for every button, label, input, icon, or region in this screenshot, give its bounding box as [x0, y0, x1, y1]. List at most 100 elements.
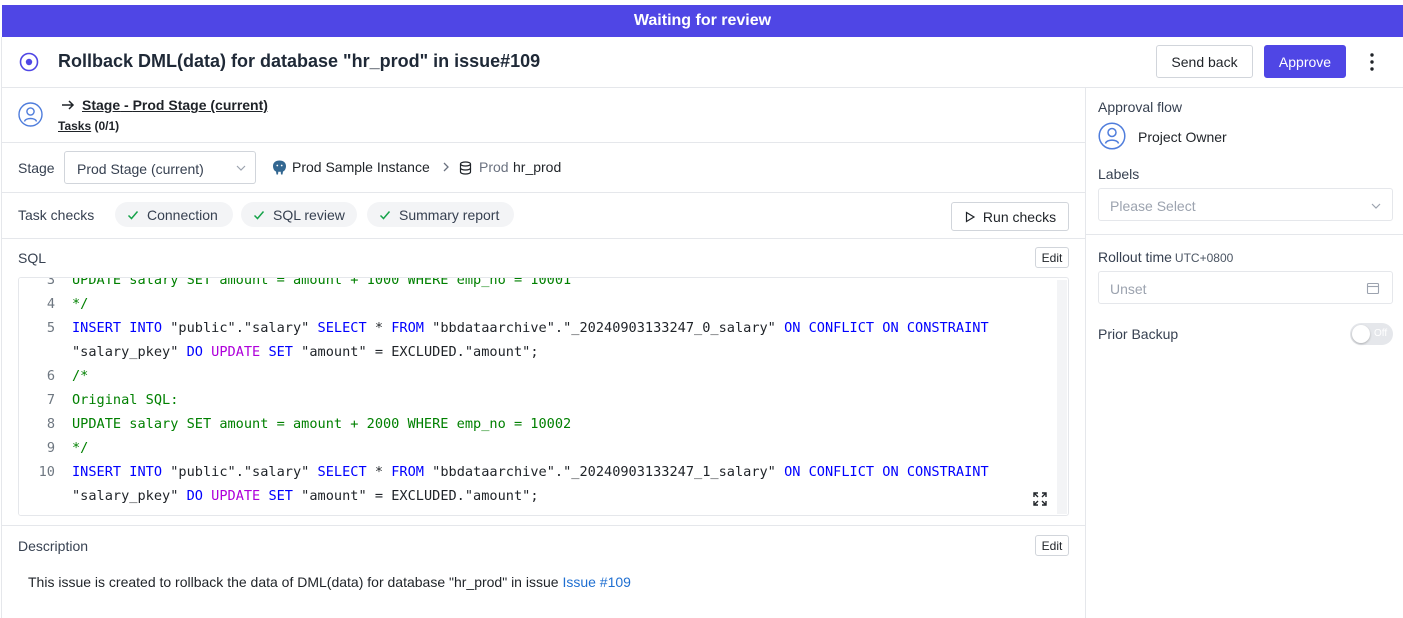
code-text: "salary_pkey" DO UPDATE SET "amount" = E…: [72, 340, 539, 364]
rollout-placeholder: Unset: [1110, 281, 1147, 297]
calendar-icon: [1366, 282, 1380, 295]
sql-section-label: SQL: [18, 250, 47, 266]
database-name[interactable]: hr_prod: [513, 159, 561, 175]
kebab-menu-icon[interactable]: [1364, 51, 1380, 73]
database-icon: [459, 161, 472, 175]
code-text: "salary_pkey" DO UPDATE SET "amount" = E…: [72, 484, 539, 508]
chevron-right-icon: [443, 162, 449, 172]
description-label: Description: [18, 538, 89, 554]
code-line: 6 /*: [19, 364, 1055, 388]
code-token: UPDATE salary SET amount = amount + 1000…: [72, 277, 572, 288]
code-token: FROM: [391, 320, 424, 336]
rollout-time-label: Rollout time UTC+0800: [1098, 249, 1233, 265]
code-token: INSERT INTO: [72, 320, 163, 336]
labels-label: Labels: [1098, 166, 1140, 182]
expand-icon[interactable]: [1032, 491, 1048, 507]
stage-link-label: Stage: [82, 97, 121, 113]
check-chip-label: SQL review: [273, 206, 345, 223]
rollout-label-text: Rollout time: [1098, 249, 1172, 265]
code-token: DO: [186, 488, 203, 504]
code-token: /*: [72, 368, 89, 384]
code-token: */: [72, 296, 89, 312]
check-chip-label: Summary report: [399, 206, 500, 223]
description-body: This issue is created to rollback the da…: [28, 574, 563, 590]
user-icon: [18, 102, 43, 127]
code-text: UPDATE salary SET amount = amount + 1000…: [72, 277, 572, 292]
issue-title: Rollback DML(data) for database "hr_prod…: [58, 51, 541, 71]
tasks-link[interactable]: Tasks (0/1): [58, 119, 119, 133]
code-token: ON CONFLICT ON CONSTRAINT: [784, 320, 989, 336]
code-line: 8 UPDATE salary SET amount = amount + 200…: [19, 412, 1055, 436]
line-number: 6: [46, 368, 55, 384]
check-chip-sql-review[interactable]: SQL review: [241, 202, 357, 227]
code-line: 10 INSERT INTO "public"."salary" SELECT *…: [19, 460, 1055, 484]
sql-editor[interactable]: 3 UPDATE salary SET amount = amount + 100…: [18, 277, 1069, 516]
send-back-button[interactable]: Send back: [1156, 45, 1253, 78]
code-token: "amount" = EXCLUDED."amount";: [293, 344, 539, 360]
code-text: /*: [72, 364, 88, 388]
code-token: *: [366, 320, 392, 336]
code-line: 7 Original SQL:: [19, 388, 1055, 412]
review-status-banner: Waiting for review: [2, 5, 1403, 37]
code-line: 9 */: [19, 436, 1055, 460]
toggle-knob: [1352, 325, 1370, 343]
code-token: *: [366, 464, 392, 480]
check-chip-connection[interactable]: Connection: [115, 202, 233, 227]
stage-select[interactable]: Prod Stage (current): [64, 151, 256, 184]
approve-button[interactable]: Approve: [1264, 45, 1346, 78]
check-chip-summary-report[interactable]: Summary report: [367, 202, 514, 227]
check-icon: [127, 210, 139, 220]
code-text: Original SQL:: [72, 388, 178, 412]
status-circle-icon: [19, 52, 39, 72]
check-chip-label: Connection: [147, 206, 218, 223]
stage-link[interactable]: Stage - Prod Stage (current): [82, 97, 268, 113]
issue-header: Rollback DML(data) for database "hr_prod…: [2, 37, 1403, 88]
stage-select-value: Prod Stage (current): [77, 161, 204, 177]
editor-scrollbar[interactable]: [1057, 280, 1067, 514]
labels-placeholder: Please Select: [1110, 198, 1196, 214]
code-token: "salary_pkey": [72, 488, 187, 504]
tasks-label: Tasks: [58, 119, 92, 133]
code-token: UPDATE: [211, 344, 261, 360]
edit-sql-button[interactable]: Edit: [1035, 247, 1069, 268]
toggle-state-text: Off: [1374, 328, 1388, 339]
chevron-down-icon: [1371, 203, 1381, 209]
code-token: SET: [268, 488, 293, 504]
code-text: */: [72, 292, 88, 316]
run-checks-button[interactable]: Run checks: [951, 202, 1069, 231]
pipeline-bar: Stage - Prod Stage (current) Tasks (0/1): [2, 88, 1085, 143]
description-section: Description Edit This issue is created t…: [2, 525, 1085, 618]
run-checks-label: Run checks: [982, 208, 1057, 225]
code-token: UPDATE salary SET amount = amount + 2000…: [72, 416, 572, 432]
code-token: UPDATE: [211, 488, 261, 504]
chevron-down-icon: [236, 165, 246, 171]
code-token: "bbdataarchive"."_20240903133247_0_salar…: [423, 320, 785, 336]
banner-text: Waiting for review: [633, 12, 772, 29]
code-token: "salary_pkey": [72, 344, 187, 360]
edit-description-button[interactable]: Edit: [1035, 535, 1069, 556]
line-number: 10: [38, 464, 55, 480]
code-line: 4 */: [19, 292, 1055, 316]
description-text: This issue is created to rollback the da…: [28, 574, 631, 590]
rollout-time-input[interactable]: Unset: [1098, 271, 1393, 304]
user-icon: [1098, 122, 1126, 150]
issue-link[interactable]: Issue #109: [562, 574, 631, 590]
code-token: FROM: [391, 464, 424, 480]
sidebar-divider: [1086, 234, 1403, 235]
code-token: SELECT: [317, 320, 367, 336]
prior-backup-toggle[interactable]: Off: [1350, 323, 1393, 345]
postgres-icon: [273, 160, 286, 175]
stage-label: Stage: [18, 160, 55, 176]
code-line: "salary_pkey" DO UPDATE SET "amount" = E…: [19, 484, 1055, 508]
code-token: */: [72, 440, 89, 456]
code-text: */: [72, 436, 88, 460]
line-number: 5: [46, 320, 55, 336]
code-token: "public"."salary": [162, 464, 318, 480]
prior-backup-label: Prior Backup: [1098, 326, 1179, 342]
stage-selector-row: Stage Prod Stage (current) Prod Sample I…: [2, 143, 1085, 193]
labels-select[interactable]: Please Select: [1098, 188, 1393, 221]
line-number: 4: [46, 296, 55, 312]
instance-name[interactable]: Prod Sample Instance: [292, 159, 430, 175]
